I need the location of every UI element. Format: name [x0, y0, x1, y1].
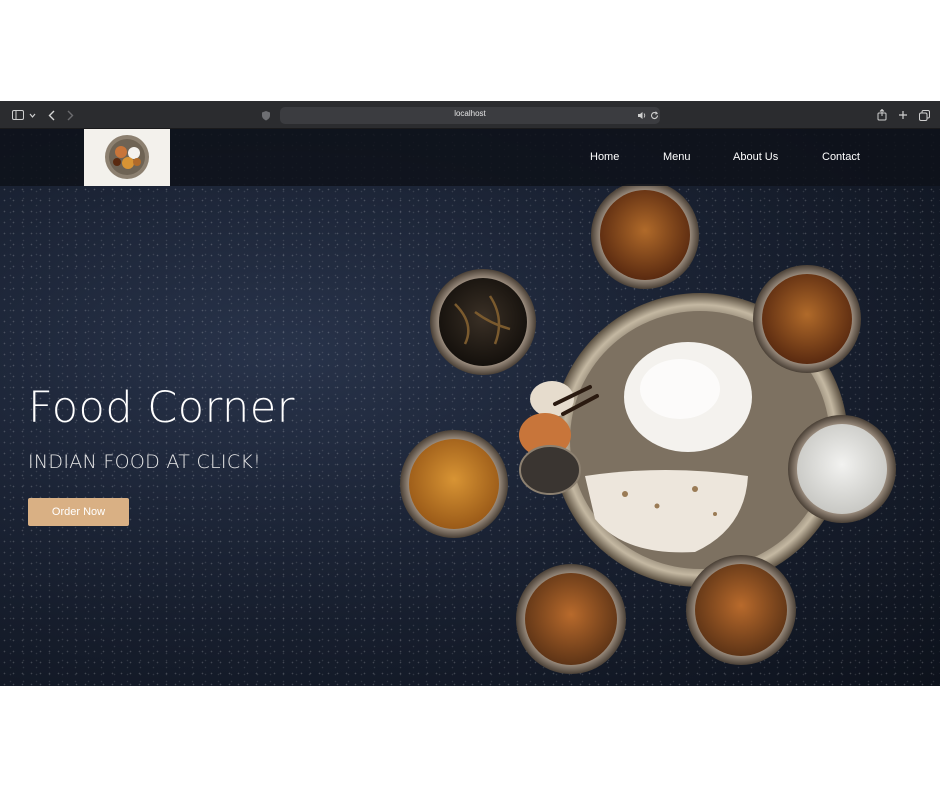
speaker-icon[interactable]: [636, 107, 648, 123]
reload-icon[interactable]: [648, 107, 660, 123]
share-icon[interactable]: [876, 107, 888, 123]
browser-toolbar: localhost: [0, 101, 940, 129]
back-icon[interactable]: [45, 107, 57, 123]
navbar: Home Menu About Us Contact: [0, 129, 940, 186]
address-bar[interactable]: localhost: [280, 107, 660, 124]
forward-icon[interactable]: [64, 107, 76, 123]
shield-icon: [259, 107, 273, 123]
nav-menu[interactable]: Menu: [663, 151, 691, 163]
address-text: localhost: [454, 109, 486, 118]
nav-about-us[interactable]: About Us: [733, 151, 778, 163]
logo[interactable]: [84, 129, 170, 186]
sidebar-icon[interactable]: [11, 107, 25, 123]
chevron-down-icon[interactable]: [27, 107, 37, 123]
order-now-button[interactable]: Order Now: [28, 498, 129, 526]
web-page: Home Menu About Us Contact Food Corner I…: [0, 129, 940, 686]
plus-icon[interactable]: [897, 107, 909, 123]
tabs-icon[interactable]: [917, 107, 931, 123]
hero-subtitle: INDIAN FOOD AT CLICK!: [28, 451, 262, 473]
thali-image: [400, 184, 896, 674]
nav-contact[interactable]: Contact: [822, 151, 860, 163]
nav-home[interactable]: Home: [590, 151, 619, 163]
logo-plate-icon: [105, 135, 149, 179]
hero-title: Food Corner: [28, 383, 295, 433]
